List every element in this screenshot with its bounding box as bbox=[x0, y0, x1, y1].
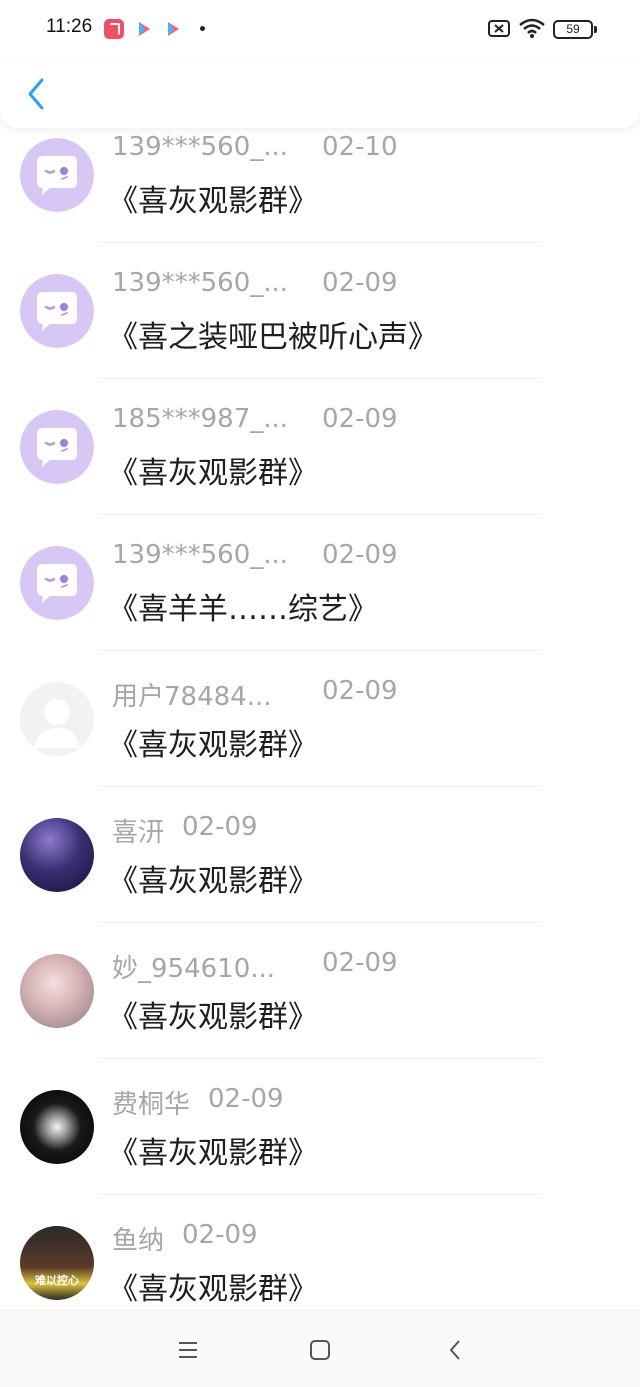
sender-name: 妙_954610... bbox=[112, 954, 276, 984]
message-meta: 喜汧 02-09 bbox=[112, 812, 258, 848]
default-user-avatar[interactable] bbox=[20, 682, 94, 756]
list-item[interactable]: 139***560_... 02-09 《喜之装哑巴被听心声》 bbox=[0, 264, 640, 400]
sender-name: 139***560_... bbox=[112, 268, 289, 298]
list-item[interactable]: 用户78484... 02-09 《喜灰观影群》 bbox=[0, 672, 640, 808]
sender-name: 139***560_... bbox=[112, 540, 289, 570]
sender-name: 费桐华 bbox=[112, 1090, 191, 1120]
message-date: 02-09 bbox=[322, 676, 398, 706]
list-item[interactable]: 费桐华 02-09 《喜灰观影群》 bbox=[0, 1080, 640, 1216]
message-title: 《喜灰观影群》 bbox=[108, 728, 318, 763]
list-item[interactable]: 难以控心 鱼纳 02-09 《喜灰观影群》 bbox=[0, 1216, 640, 1308]
message-title: 《喜灰观影群》 bbox=[108, 456, 318, 491]
message-date: 02-09 bbox=[322, 948, 398, 978]
message-list[interactable]: 139***560_... 02-10 《喜灰观影群》 139***560_... 02… bbox=[0, 128, 640, 1308]
message-date: 02-09 bbox=[322, 540, 398, 570]
message-title: 《喜灰观影群》 bbox=[108, 184, 318, 219]
message-date: 02-10 bbox=[322, 132, 398, 162]
message-date: 02-09 bbox=[208, 1084, 284, 1114]
message-meta: 139***560_... 02-09 bbox=[112, 268, 398, 302]
divider bbox=[100, 514, 540, 515]
photo-avatar[interactable] bbox=[20, 818, 94, 892]
list-item[interactable]: 139***560_... 02-10 《喜灰观影群》 bbox=[0, 128, 640, 264]
system-back-button[interactable] bbox=[440, 1335, 470, 1365]
status-bar: 11:26 59 bbox=[0, 0, 640, 58]
battery-icon: 59 bbox=[553, 20, 597, 39]
sender-name: 139***560_... bbox=[112, 132, 289, 162]
message-date: 02-09 bbox=[322, 268, 398, 298]
sender-name: 用户78484... bbox=[112, 682, 272, 712]
home-square-icon bbox=[310, 1340, 330, 1360]
back-button[interactable] bbox=[18, 72, 54, 116]
tiktok-icon bbox=[104, 19, 124, 39]
back-triangle-icon bbox=[450, 1340, 460, 1360]
notification-dot-icon bbox=[200, 26, 205, 31]
play-icon bbox=[163, 19, 183, 39]
message-meta: 139***560_... 02-09 bbox=[112, 540, 398, 574]
message-title: 《喜灰观影群》 bbox=[108, 1000, 318, 1035]
message-title: 《喜灰观影群》 bbox=[108, 1272, 318, 1307]
chat-bubble-avatar[interactable] bbox=[20, 410, 94, 484]
list-item[interactable]: 185***987_... 02-09 《喜灰观影群》 bbox=[0, 400, 640, 536]
message-meta: 费桐华 02-09 bbox=[112, 1084, 284, 1120]
message-title: 《喜之装哑巴被听心声》 bbox=[108, 320, 438, 355]
divider bbox=[100, 1194, 540, 1195]
divider bbox=[100, 650, 540, 651]
sim-error-icon bbox=[488, 20, 510, 37]
divider bbox=[100, 242, 540, 243]
message-title: 《喜羊羊……综艺》 bbox=[108, 592, 378, 627]
chat-bubble-avatar[interactable] bbox=[20, 274, 94, 348]
message-date: 02-09 bbox=[182, 1220, 258, 1250]
battery-level: 59 bbox=[566, 22, 580, 36]
list-item[interactable]: 喜汧 02-09 《喜灰观影群》 bbox=[0, 808, 640, 944]
top-header bbox=[0, 58, 640, 128]
photo-avatar[interactable] bbox=[20, 1090, 94, 1164]
avatar-caption: 难以控心 bbox=[35, 1274, 79, 1287]
photo-avatar[interactable]: 难以控心 bbox=[20, 1226, 94, 1300]
sender-name: 喜汧 bbox=[112, 818, 165, 848]
sender-name: 鱼纳 bbox=[112, 1226, 165, 1256]
divider bbox=[100, 786, 540, 787]
message-meta: 用户78484... 02-09 bbox=[112, 676, 398, 712]
divider bbox=[100, 922, 540, 923]
photo-avatar[interactable] bbox=[20, 954, 94, 1028]
system-nav-bar bbox=[0, 1310, 640, 1387]
list-item[interactable]: 妙_954610... 02-09 《喜灰观影群》 bbox=[0, 944, 640, 1080]
chevron-left-icon bbox=[28, 78, 44, 110]
message-meta: 妙_954610... 02-09 bbox=[112, 948, 398, 984]
message-title: 《喜灰观影群》 bbox=[108, 1136, 318, 1171]
message-meta: 185***987_... 02-09 bbox=[112, 404, 398, 438]
divider bbox=[100, 1058, 540, 1059]
message-title: 《喜灰观影群》 bbox=[108, 864, 318, 899]
sender-name: 185***987_... bbox=[112, 404, 289, 434]
message-meta: 鱼纳 02-09 bbox=[112, 1220, 258, 1256]
status-time: 11:26 bbox=[46, 16, 93, 37]
wifi-icon bbox=[518, 17, 546, 39]
message-date: 02-09 bbox=[182, 812, 258, 842]
message-meta: 139***560_... 02-10 bbox=[112, 132, 398, 166]
home-button[interactable] bbox=[305, 1335, 335, 1365]
play-icon bbox=[134, 19, 154, 39]
message-date: 02-09 bbox=[322, 404, 398, 434]
menu-icon bbox=[179, 1342, 197, 1358]
list-item[interactable]: 139***560_... 02-09 《喜羊羊……综艺》 bbox=[0, 536, 640, 672]
divider bbox=[100, 378, 540, 379]
chat-bubble-avatar[interactable] bbox=[20, 138, 94, 212]
menu-button[interactable] bbox=[173, 1335, 203, 1365]
chat-bubble-avatar[interactable] bbox=[20, 546, 94, 620]
